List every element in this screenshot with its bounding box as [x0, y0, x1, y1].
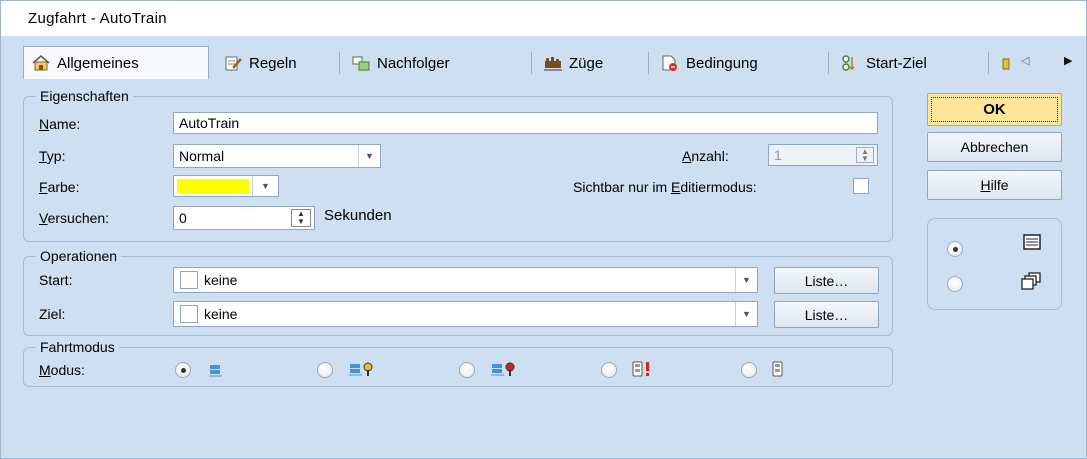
farbe-picker[interactable]: ▼ — [173, 175, 279, 197]
modus-radio-3[interactable] — [459, 362, 475, 378]
window-title: Zugfahrt - AutoTrain — [1, 1, 1086, 36]
signal-icon — [771, 361, 785, 380]
typ-select[interactable]: Normal ▼ — [173, 144, 381, 168]
anzahl-stepper[interactable]: 1 ▲ ▼ — [768, 144, 878, 166]
anzahl-label: Anzahl: — [682, 148, 729, 164]
tab-separator — [828, 52, 829, 74]
tab-separator — [339, 52, 340, 74]
modus-radio-1[interactable] — [175, 362, 191, 378]
tab-label: Regeln — [249, 54, 297, 72]
sichtbar-checkbox[interactable] — [853, 178, 869, 194]
tab-allgemeines[interactable]: Allgemeines — [23, 46, 209, 79]
tab-label: Nachfolger — [377, 54, 450, 72]
tab-label: Bedingung — [686, 54, 758, 72]
tab-label: Allgemeines — [57, 54, 139, 72]
signal-exclaim-icon — [631, 361, 657, 380]
tab-separator — [648, 52, 649, 74]
modus-label: Modus: — [39, 362, 85, 378]
focus-ring — [931, 97, 1058, 122]
cascade-view-icon — [1021, 272, 1041, 293]
successor-icon — [352, 55, 370, 71]
cascade-view-radio[interactable] — [947, 276, 963, 292]
house-icon — [32, 55, 50, 71]
cancel-button[interactable]: Abbrechen — [927, 132, 1062, 162]
start-value: keine — [204, 272, 238, 288]
versuchen-value: 0 — [179, 210, 187, 226]
trains-icon — [544, 55, 562, 71]
name-input[interactable]: AutoTrain — [173, 112, 878, 134]
sichtbar-label: Sichtbar nur im Editiermodus: — [573, 179, 757, 195]
ziel-select[interactable]: keine ▼ — [173, 301, 758, 327]
block-icon — [209, 363, 223, 380]
modus-radio-4[interactable] — [601, 362, 617, 378]
cylinder-icon — [1001, 55, 1011, 71]
modus-radio-2[interactable] — [317, 362, 333, 378]
rules-icon — [224, 55, 242, 71]
block-red-key-icon — [491, 361, 517, 380]
farbe-label: Farbe: — [39, 179, 80, 195]
start-goal-icon — [841, 55, 859, 71]
block-key-icon — [349, 361, 375, 380]
versuchen-stepper[interactable]: 0 ▲ ▼ — [173, 206, 315, 230]
start-select[interactable]: keine ▼ — [173, 267, 758, 293]
chevron-down-icon[interactable]: ▼ — [358, 145, 380, 167]
start-label: Start: — [39, 272, 73, 288]
typ-label: Typ: — [39, 148, 66, 164]
chevron-down-icon[interactable]: ▼ — [252, 176, 278, 196]
tab-separator — [531, 52, 532, 74]
tab-label: Züge — [569, 54, 604, 72]
ziel-value: keine — [204, 306, 238, 322]
group-title: Operationen — [36, 248, 122, 264]
checkbox-icon — [180, 305, 198, 323]
color-swatch — [177, 179, 249, 193]
checkbox-icon — [180, 271, 198, 289]
tab-label: Start-Ziel — [866, 54, 927, 72]
tab-nachfolger[interactable]: Nachfolger — [344, 48, 526, 78]
tab-regeln[interactable]: Regeln — [216, 48, 334, 78]
ok-button[interactable]: OK — [927, 93, 1062, 126]
tab-scroll-left-button[interactable]: ◁ — [1021, 54, 1029, 67]
group-title: Fahrtmodus — [36, 339, 119, 355]
typ-value: Normal — [179, 148, 225, 164]
tab-bar: Allgemeines Regeln Nachfolger Züge Bedin… — [1, 36, 1086, 84]
group-title: Eigenschaften — [36, 88, 133, 104]
chevron-down-icon[interactable]: ▼ — [735, 302, 757, 326]
dialog-window: Zugfahrt - AutoTrain Allgemeines Regeln … — [0, 0, 1087, 459]
anzahl-value: 1 — [774, 147, 782, 163]
start-liste-button[interactable]: Liste… — [774, 267, 879, 294]
modus-radio-5[interactable] — [741, 362, 757, 378]
list-view-radio[interactable] — [947, 241, 963, 257]
spinner-icon[interactable]: ▲ ▼ — [291, 209, 311, 227]
ziel-liste-button[interactable]: Liste… — [774, 301, 879, 328]
tab-start-ziel[interactable]: Start-Ziel — [833, 48, 983, 78]
view-toggle-panel — [927, 218, 1062, 310]
help-button[interactable]: Hilfe — [927, 170, 1062, 200]
tab-zuege[interactable]: Züge — [536, 48, 643, 78]
fahrtmodus-group: Fahrtmodus — [23, 339, 893, 387]
condition-icon — [661, 55, 679, 71]
versuchen-label: Versuchen: — [39, 210, 110, 226]
chevron-down-icon[interactable]: ▼ — [735, 268, 757, 292]
ziel-label: Ziel: — [39, 306, 66, 322]
tab-scroll-right-button[interactable]: ▶ — [1064, 54, 1072, 67]
list-view-icon — [1023, 234, 1041, 253]
tab-separator — [988, 52, 989, 74]
name-label: Name: — [39, 116, 81, 132]
spinner-icon[interactable]: ▲ ▼ — [856, 147, 874, 163]
tab-bedingung[interactable]: Bedingung — [653, 48, 823, 78]
sekunden-label: Sekunden — [324, 207, 392, 224]
